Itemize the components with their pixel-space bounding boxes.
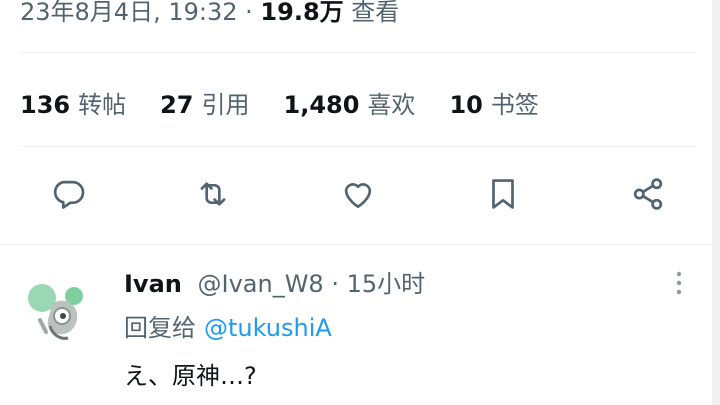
stats-row: 136 转帖 27 引用 1,480 喜欢 10 书签 [20, 80, 539, 124]
user-handle[interactable]: @Ivan_W8 [198, 270, 324, 298]
reply-to-handle[interactable]: @tukushiA [204, 314, 332, 342]
stat-likes[interactable]: 1,480 喜欢 [284, 85, 416, 120]
avatar-image [28, 284, 83, 340]
tweet-timestamp[interactable]: 23年8月4日, 19:32 [20, 0, 238, 26]
stat-count: 1,480 [283, 90, 360, 119]
reply-prefix: 回复给 [124, 314, 196, 342]
stat-label: 喜欢 [367, 90, 416, 119]
share-icon [633, 178, 663, 210]
like-button[interactable] [336, 172, 380, 216]
stat-count: 10 [449, 90, 483, 119]
divider [20, 52, 696, 53]
stat-label: 转帖 [78, 90, 127, 119]
views-label: 查看 [351, 0, 400, 26]
meta-separator: · [245, 0, 253, 26]
reply-button[interactable] [46, 172, 90, 216]
reply-time[interactable]: 15小时 [347, 270, 426, 298]
divider [20, 146, 696, 147]
more-options-icon[interactable] [668, 268, 690, 298]
reply-header: Ivan @Ivan_W8 · 15小时 [124, 266, 425, 302]
display-name[interactable]: Ivan [124, 270, 182, 298]
stat-quotes[interactable]: 27 引用 [160, 85, 249, 120]
stat-label: 引用 [201, 90, 250, 119]
bookmark-button[interactable] [481, 172, 525, 216]
like-icon [344, 183, 372, 209]
reply-tweet[interactable]: Ivan @Ivan_W8 · 15小时 回复给 @tukushiA え、原神…? [0, 246, 712, 405]
retweet-icon [200, 182, 226, 206]
share-button[interactable] [626, 172, 670, 216]
views-count: 19.8万 [260, 0, 344, 26]
bookmark-icon [492, 179, 514, 209]
avatar[interactable] [22, 274, 94, 346]
stat-count: 136 [20, 90, 71, 119]
stat-count: 27 [160, 90, 194, 119]
retweet-button[interactable] [191, 172, 235, 216]
stat-reposts[interactable]: 136 转帖 [20, 85, 126, 120]
reply-icon [53, 180, 85, 209]
stat-label: 书签 [490, 90, 539, 119]
tweet-meta: 23年8月4日, 19:32 · 19.8万 查看 [20, 0, 399, 32]
scroll-edge [712, 0, 720, 405]
stat-bookmarks[interactable]: 10 书签 [449, 85, 538, 120]
divider [0, 244, 712, 245]
meta-separator: · [331, 270, 339, 298]
replying-to: 回复给 @tukushiA [124, 310, 332, 346]
reply-text: え、原神…? [124, 362, 257, 390]
